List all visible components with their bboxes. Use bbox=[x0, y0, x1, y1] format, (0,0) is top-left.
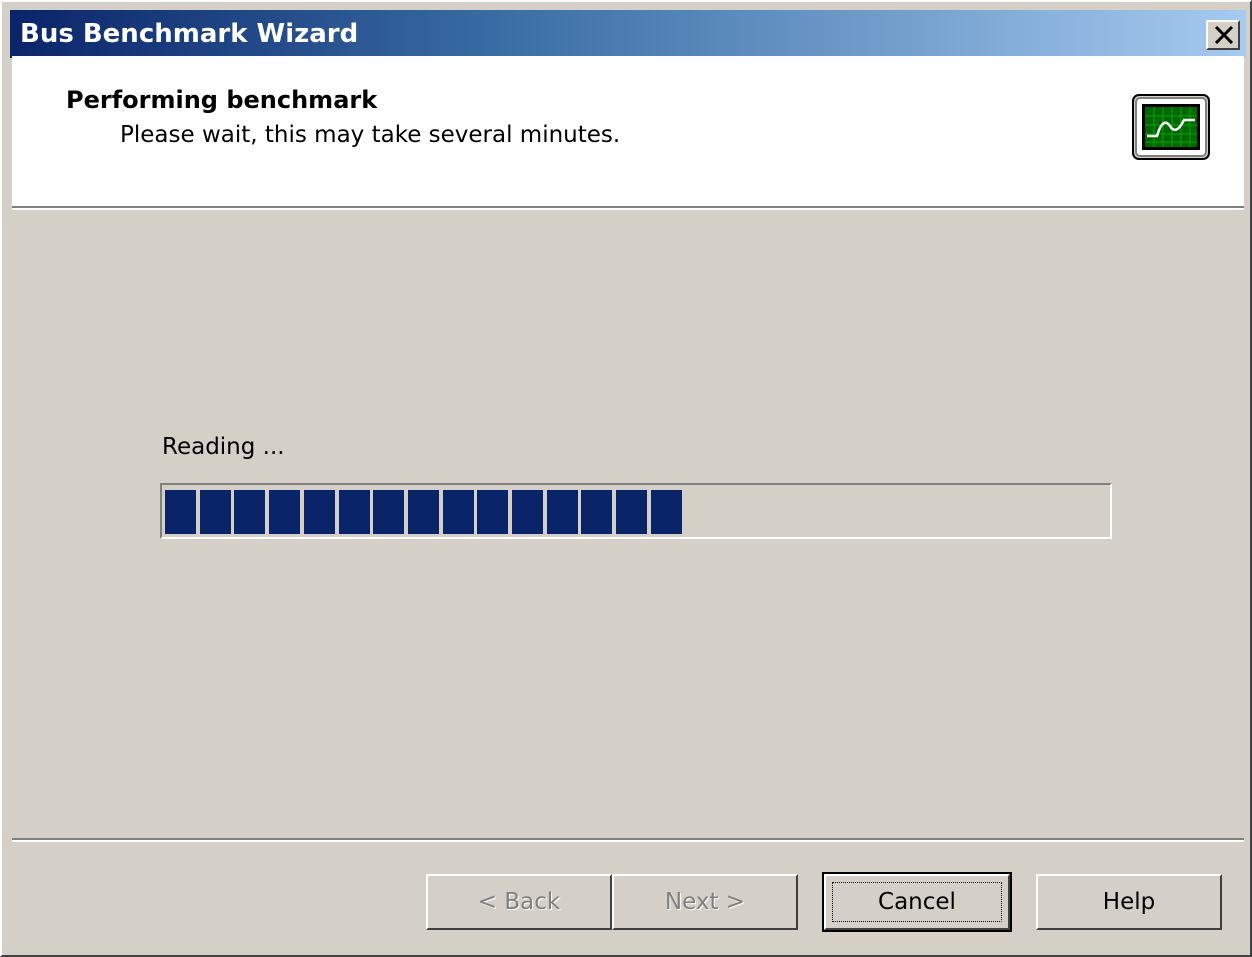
close-icon bbox=[1214, 26, 1234, 44]
header-divider-highlight bbox=[12, 208, 1244, 210]
progress-track bbox=[165, 490, 1107, 534]
monitor-waveform-icon bbox=[1132, 94, 1210, 164]
next-button[interactable]: Next > bbox=[612, 874, 798, 930]
progress-block bbox=[165, 490, 196, 534]
progress-block bbox=[546, 490, 578, 534]
footer-divider-highlight bbox=[12, 840, 1244, 842]
cancel-button[interactable]: Cancel bbox=[822, 872, 1012, 932]
progress-block bbox=[303, 490, 335, 534]
progress-block bbox=[373, 490, 405, 534]
progress-block bbox=[616, 490, 648, 534]
progress-block bbox=[650, 490, 682, 534]
progress-block bbox=[234, 490, 266, 534]
close-button[interactable] bbox=[1206, 20, 1240, 50]
window-title: Bus Benchmark Wizard bbox=[20, 19, 359, 49]
progress-bar bbox=[160, 483, 1112, 539]
progress-block bbox=[269, 490, 301, 534]
back-button[interactable]: < Back bbox=[426, 874, 612, 930]
help-button[interactable]: Help bbox=[1036, 874, 1222, 930]
page-subtitle: Please wait, this may take several minut… bbox=[120, 122, 621, 148]
title-bar[interactable]: Bus Benchmark Wizard bbox=[10, 10, 1246, 58]
progress-block bbox=[477, 490, 509, 534]
status-label: Reading ... bbox=[162, 434, 285, 460]
page-title: Performing benchmark bbox=[66, 86, 378, 114]
wizard-header: Performing benchmark Please wait, this m… bbox=[12, 56, 1244, 206]
progress-block bbox=[338, 490, 370, 534]
progress-block bbox=[581, 490, 613, 534]
progress-block bbox=[407, 490, 439, 534]
progress-block bbox=[199, 490, 231, 534]
focus-ring bbox=[832, 882, 1002, 922]
progress-block bbox=[442, 490, 474, 534]
progress-block bbox=[512, 490, 543, 534]
